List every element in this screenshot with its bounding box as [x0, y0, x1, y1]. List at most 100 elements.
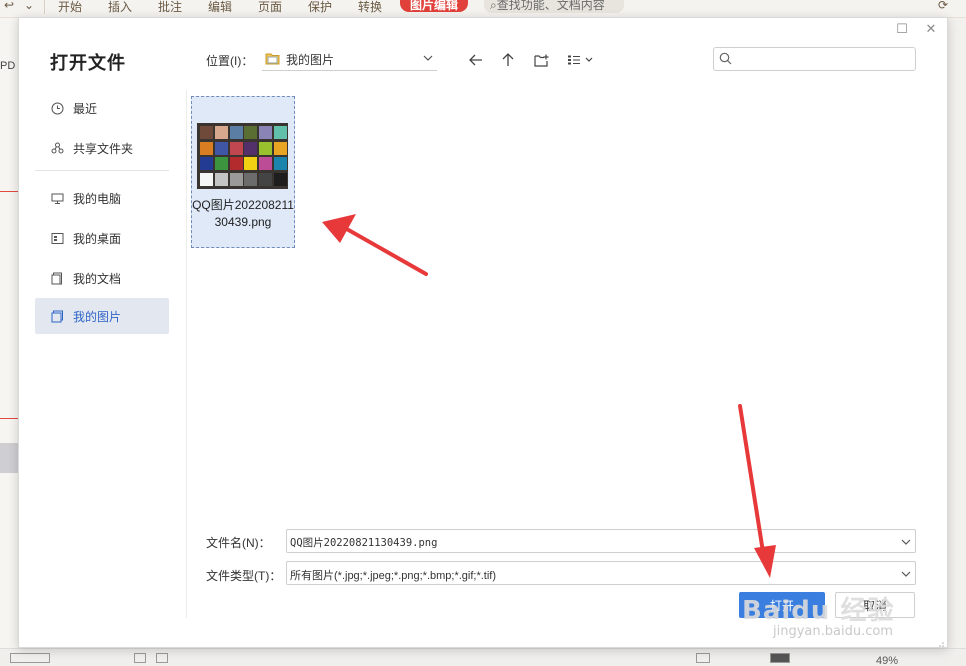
app-user-icon[interactable]: ⟳ — [938, 0, 948, 12]
view-toggle[interactable] — [156, 653, 168, 663]
document-icon — [50, 271, 64, 285]
ribbon-tab-home[interactable]: 开始 — [58, 0, 82, 15]
color-swatch — [200, 141, 213, 155]
open-file-dialog: ☐ ✕ 打开文件 最近 共享文件夹 我的电脑 我的桌面 我的文档 我的图片 位置… — [18, 17, 948, 648]
color-swatch — [200, 126, 213, 139]
search-icon — [719, 52, 732, 68]
sidebar-item-label: 我的电脑 — [73, 191, 122, 206]
location-dropdown[interactable]: 我的图片 — [262, 49, 437, 71]
ribbon-tab-image-edit[interactable]: 图片编辑 — [400, 0, 469, 12]
page-input[interactable] — [10, 653, 50, 663]
color-swatch — [259, 141, 273, 155]
app-red-line — [0, 191, 18, 192]
color-swatch — [214, 126, 228, 139]
color-swatch — [214, 172, 228, 186]
color-swatch — [229, 172, 243, 186]
location-value: 我的图片 — [286, 53, 335, 67]
sidebar-item-label: 共享文件夹 — [73, 141, 134, 156]
dialog-title: 打开文件 — [50, 53, 126, 73]
ribbon-separator — [44, 0, 45, 14]
baidu-watermark-logo: Baidu 经验 — [742, 596, 895, 626]
baidu-watermark-url: jingyan.baidu.com — [773, 624, 893, 639]
app-right-panel — [948, 18, 966, 648]
color-swatch — [200, 172, 213, 186]
ribbon-tab-page[interactable]: 页面 — [258, 0, 282, 15]
filetype-value: 所有图片(*.jpg;*.jpeg;*.png;*.bmp;*.gif;*.ti… — [290, 570, 497, 582]
color-swatch — [229, 126, 243, 139]
ribbon-tab-edit[interactable]: 编辑 — [208, 0, 232, 15]
read-mode-icon[interactable] — [696, 653, 710, 663]
view-mode-icon[interactable] — [566, 50, 596, 70]
file-item[interactable]: QQ图片20220821130439.png — [191, 96, 295, 248]
desktop-icon — [50, 231, 64, 245]
filetype-label: 文件类型(T)： — [206, 569, 282, 583]
app-left-panel: PD — [0, 18, 18, 648]
close-icon[interactable]: ✕ — [924, 22, 938, 36]
color-swatch — [229, 141, 243, 155]
filename-label: 文件名(N)： — [206, 536, 271, 550]
play-icon[interactable] — [770, 653, 790, 663]
location-label: 位置(I)： — [206, 54, 254, 68]
sidebar-item-label: 我的图片 — [73, 309, 122, 324]
new-folder-icon[interactable] — [531, 50, 551, 70]
app-left-label: PD — [0, 60, 16, 72]
search-input[interactable] — [738, 50, 908, 68]
ribbon-tab-convert[interactable]: 转换 — [358, 0, 382, 15]
color-swatch — [214, 157, 228, 170]
file-name: QQ图片20220821130439.png — [192, 198, 294, 229]
color-swatch — [274, 172, 287, 186]
app-grey-block — [0, 443, 18, 473]
ribbon-tab-comment[interactable]: 批注 — [158, 0, 182, 15]
sidebar-item-computer[interactable]: 我的电脑 — [35, 180, 169, 216]
search-box[interactable] — [713, 47, 916, 71]
color-swatch — [259, 172, 273, 186]
share-icon — [50, 141, 64, 155]
clock-icon — [50, 101, 64, 115]
color-swatch — [244, 172, 258, 186]
filename-field[interactable]: QQ图片20220821130439.png — [286, 529, 916, 553]
ribbon-search-text: 查找功能、文档内容 — [496, 0, 605, 12]
color-swatch — [244, 157, 258, 170]
sidebar-item-desktop[interactable]: 我的桌面 — [35, 220, 169, 256]
sidebar-item-label: 最近 — [73, 101, 98, 116]
sidebar-item-label: 我的文档 — [73, 271, 122, 286]
folder-icon — [265, 52, 280, 68]
computer-icon — [50, 191, 64, 205]
color-swatch — [229, 157, 243, 170]
ribbon-search-icon: ⌕ — [490, 0, 497, 12]
resize-grip-icon[interactable] — [936, 636, 944, 647]
app-chevron-icon[interactable]: ⌄ — [24, 0, 34, 12]
sidebar-item-pictures[interactable]: 我的图片 — [35, 298, 169, 334]
chevron-down-icon — [423, 52, 433, 66]
color-swatch — [274, 141, 287, 155]
image-thumbnail — [197, 123, 288, 189]
sidebar-separator — [186, 90, 187, 618]
sidebar-item-documents[interactable]: 我的文档 — [35, 260, 169, 296]
ribbon-tab-protect[interactable]: 保护 — [308, 0, 332, 15]
app-back-icon[interactable]: ↩ — [4, 0, 14, 12]
ribbon-search[interactable]: ⌕查找功能、文档内容 — [484, 0, 624, 13]
zoom-level[interactable]: 49% — [876, 655, 898, 666]
ribbon-tab-insert[interactable]: 插入 — [108, 0, 132, 15]
view-toggle[interactable] — [134, 653, 146, 663]
color-swatch — [259, 126, 273, 139]
maximize-icon[interactable]: ☐ — [895, 22, 909, 36]
app-red-line — [0, 418, 18, 419]
sidebar-item-recent[interactable]: 最近 — [35, 90, 169, 126]
color-swatch — [259, 157, 273, 170]
app-ribbon: ↩ ⌄ 开始 插入 批注 编辑 页面 保护 转换 图片编辑 ⌕查找功能、文档内容… — [0, 0, 966, 18]
filename-value[interactable]: QQ图片20220821130439.png — [290, 535, 437, 550]
color-swatch — [200, 157, 213, 170]
chevron-down-icon[interactable] — [901, 568, 911, 582]
up-arrow-icon[interactable] — [498, 50, 518, 70]
sidebar-item-shared[interactable]: 共享文件夹 — [35, 130, 169, 166]
back-arrow-icon[interactable] — [466, 50, 486, 70]
app-statusbar: 49% — [0, 648, 966, 666]
color-swatch — [214, 141, 228, 155]
color-swatch — [274, 126, 287, 139]
filetype-select[interactable]: 所有图片(*.jpg;*.jpeg;*.png;*.bmp;*.gif;*.ti… — [286, 561, 916, 585]
color-swatch — [244, 126, 258, 139]
color-swatch — [274, 157, 287, 170]
chevron-down-icon[interactable] — [901, 536, 911, 550]
sidebar-item-label: 我的桌面 — [73, 231, 122, 246]
